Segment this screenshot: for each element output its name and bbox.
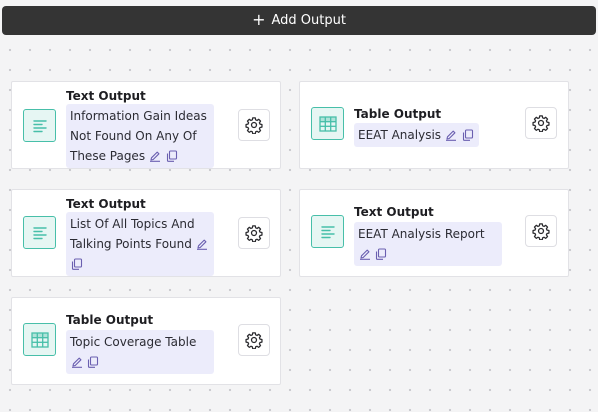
add-output-label: Add Output <box>271 13 346 28</box>
output-card-4: Text Output EEAT Analysis Report <box>299 189 569 277</box>
output-name-field[interactable]: Information Gain Ideas Not Found On Any … <box>66 104 214 168</box>
output-card-3: Text Output List Of All Topics And Talki… <box>11 189 281 277</box>
output-name-field[interactable]: EEAT Analysis Report <box>354 222 502 266</box>
copy-icon[interactable] <box>87 356 100 369</box>
gear-icon <box>245 117 263 134</box>
edit-pencil-icon[interactable] <box>149 150 162 163</box>
output-card-2: Table Output EEAT Analysis <box>299 81 569 169</box>
edit-pencil-icon[interactable] <box>358 248 371 261</box>
card-title: Text Output <box>66 197 146 211</box>
output-name: Information Gain Ideas Not Found On Any … <box>70 109 207 163</box>
settings-button[interactable] <box>238 109 270 141</box>
settings-button[interactable] <box>238 217 270 249</box>
table-grid-icon <box>311 107 344 140</box>
settings-button[interactable] <box>525 215 557 247</box>
add-output-button[interactable]: + Add Output <box>2 6 596 35</box>
card-title: Text Output <box>66 89 146 103</box>
output-name: EEAT Analysis <box>358 128 442 142</box>
gear-icon <box>532 115 550 132</box>
output-name-field[interactable]: Topic Coverage Table <box>66 330 214 374</box>
edit-pencil-icon[interactable] <box>196 238 209 251</box>
text-lines-icon <box>311 215 344 248</box>
gear-icon <box>245 225 263 242</box>
output-name-field[interactable]: List Of All Topics And Talking Points Fo… <box>66 212 214 276</box>
output-name-field[interactable]: EEAT Analysis <box>354 123 479 147</box>
edit-pencil-icon[interactable] <box>70 356 83 369</box>
output-card-5: Table Output Topic Coverage Table <box>11 297 281 385</box>
text-lines-icon <box>23 216 56 249</box>
output-name: List Of All Topics And Talking Points Fo… <box>70 217 195 251</box>
output-name: Topic Coverage Table <box>70 335 197 349</box>
plus-icon: + <box>252 10 266 29</box>
copy-icon[interactable] <box>70 258 83 271</box>
settings-button[interactable] <box>238 324 270 356</box>
gear-icon <box>245 332 263 349</box>
table-grid-icon <box>23 323 56 356</box>
card-title: Table Output <box>354 107 442 121</box>
edit-pencil-icon[interactable] <box>445 129 458 142</box>
card-title: Text Output <box>354 205 434 219</box>
text-lines-icon <box>23 109 56 142</box>
gear-icon <box>532 223 550 240</box>
copy-icon[interactable] <box>375 248 388 261</box>
card-title: Table Output <box>66 313 154 327</box>
copy-icon[interactable] <box>166 150 179 163</box>
settings-button[interactable] <box>525 107 557 139</box>
output-card-1: Text Output Information Gain Ideas Not F… <box>11 81 281 169</box>
copy-icon[interactable] <box>462 129 475 142</box>
output-name: EEAT Analysis Report <box>358 227 485 241</box>
